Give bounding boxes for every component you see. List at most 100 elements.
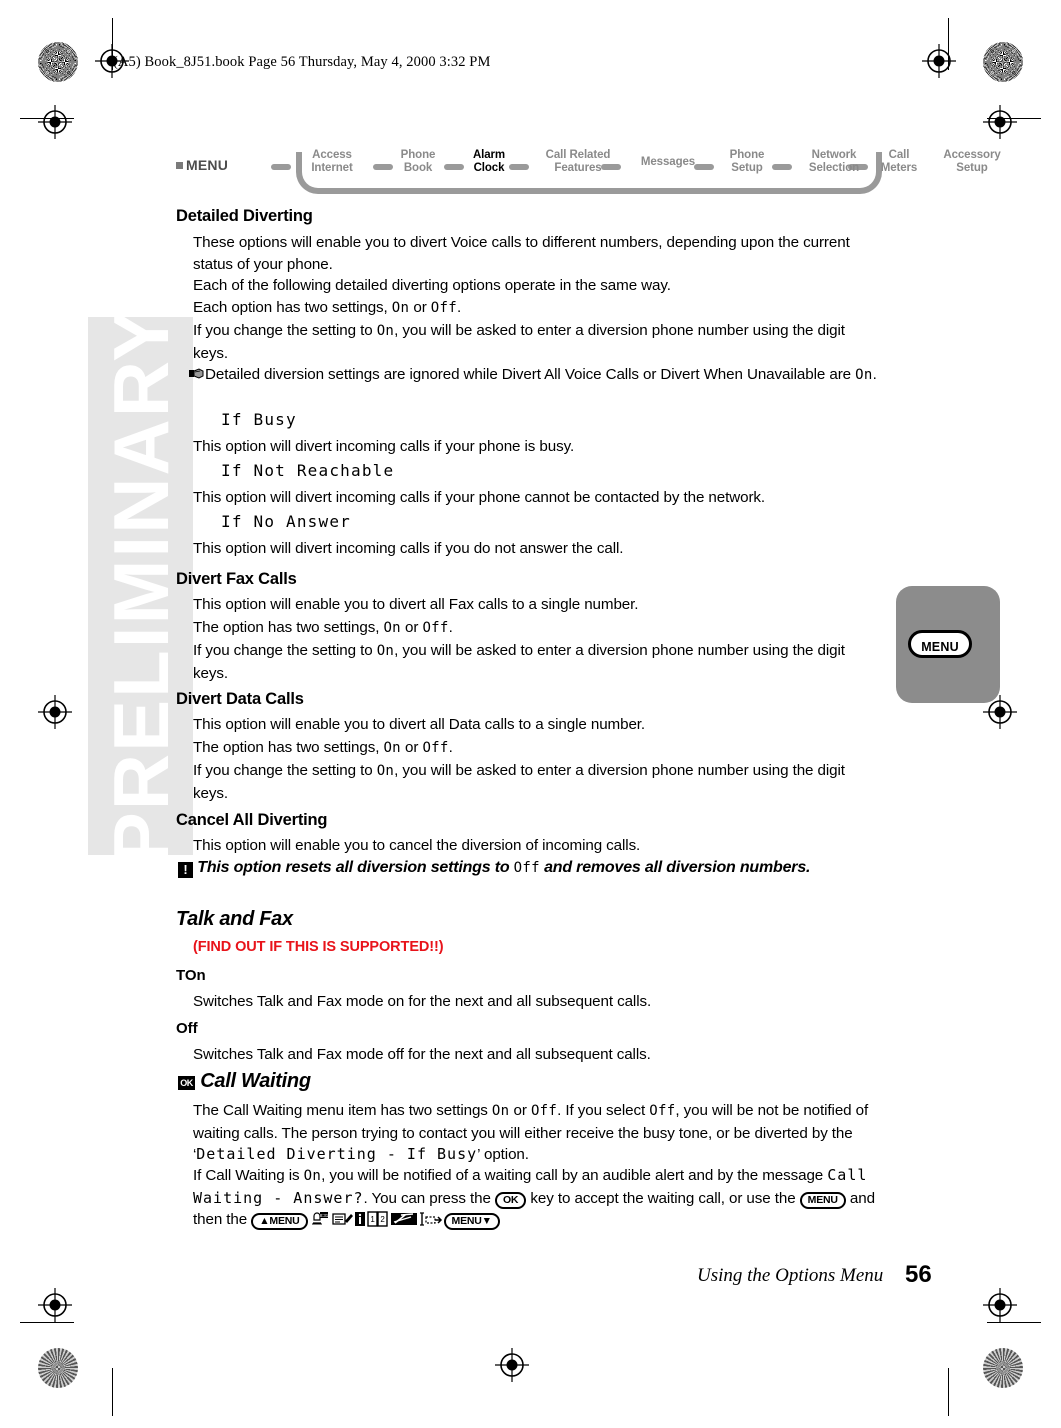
- registration-rosette-top-right: [983, 42, 1023, 82]
- breadcrumb-item-alarm-clock[interactable]: Alarm Clock: [466, 149, 512, 174]
- text-fragment: Each option has two settings,: [193, 299, 392, 316]
- registration-rosette-bottom-right: [983, 1348, 1023, 1388]
- breadcrumb-item-line1: Messages: [640, 156, 696, 168]
- breadcrumb-item-line2: Setup: [731, 161, 763, 174]
- text-fragment: or: [400, 619, 423, 636]
- info-icon: [354, 1211, 365, 1234]
- value-on: On: [383, 620, 401, 636]
- paragraph-if-busy: This option will divert incoming calls i…: [193, 438, 575, 455]
- svg-text:8:31: 8:31: [319, 1213, 328, 1218]
- trim-line-left-top-h: [20, 118, 74, 119]
- breadcrumb-item-call-related-features[interactable]: Call Related Features: [532, 149, 624, 174]
- phonebook-icon: 12: [366, 1211, 389, 1234]
- heading-divert-fax-calls: Divert Fax Calls: [176, 570, 297, 588]
- breadcrumb-item-call-meters[interactable]: Call Meters: [873, 149, 925, 174]
- value-off: Off: [649, 1103, 676, 1119]
- menu-key-icon[interactable]: MENU: [799, 1191, 846, 1209]
- breadcrumb-item-line1: Phone: [400, 149, 436, 161]
- breadcrumb-item-messages[interactable]: Messages: [626, 156, 710, 169]
- text-fragment: If you change the setting to: [193, 762, 377, 779]
- breadcrumb-item-accessory-setup[interactable]: Accessory Setup: [934, 149, 1010, 174]
- option-title-if-busy: If Busy: [221, 410, 297, 429]
- text-fragment: .: [456, 299, 462, 316]
- lightning-icon: [390, 1211, 417, 1234]
- paragraph-if-no-answer: This option will divert incoming calls i…: [193, 540, 624, 557]
- registration-target-right-upper: [983, 105, 1017, 139]
- paragraph-call-waiting-notification: If Call Waiting is On, you will be notif…: [193, 1165, 893, 1234]
- warning-exclamation-icon: !: [178, 862, 193, 878]
- breadcrumb-item-line1: Call Related: [545, 149, 611, 161]
- paragraph-detailed-diverting-intro: These options will enable you to divert …: [193, 234, 850, 273]
- breadcrumb-menu-label: MENU: [186, 157, 229, 173]
- breadcrumb-dash: [271, 164, 291, 170]
- text-fragment: If you change the setting to: [193, 322, 377, 339]
- ok-key-icon[interactable]: OK: [494, 1191, 527, 1209]
- paragraph-divert-fax-intro: This option will enable you to divert al…: [193, 596, 639, 613]
- text-fragment: If Call Waiting is: [193, 1167, 304, 1184]
- heading-divert-data-calls: Divert Data Calls: [176, 690, 304, 708]
- registration-target-top-right: [922, 44, 956, 78]
- text-fragment: or: [400, 739, 423, 756]
- menu-breadcrumb-nav: MENU Access Internet Phone Book Alarm Cl…: [176, 143, 1001, 195]
- paragraph-divert-data-two-settings: The option has two settings, On or Off.: [193, 737, 883, 760]
- paragraph-ton: Switches Talk and Fax mode on for the ne…: [193, 993, 652, 1010]
- lcd-detailed-diverting-if-busy: Detailed Diverting - If Busy: [196, 1145, 478, 1163]
- text-fragment: The option has two settings,: [193, 619, 384, 636]
- value-on: On: [855, 367, 873, 383]
- paragraph-cancel-all-intro: This option will enable you to cancel th…: [193, 837, 641, 854]
- option-title-if-not-reachable: If Not Reachable: [221, 461, 395, 480]
- breadcrumb-item-phone-setup[interactable]: Phone Setup: [721, 149, 773, 174]
- menu-up-key-icon[interactable]: ▲MENU: [251, 1213, 308, 1230]
- trim-line-bottom-left-v: [112, 1368, 113, 1416]
- breadcrumb-item-network-selection[interactable]: Network Selection: [796, 149, 872, 174]
- trim-line-right-bottom-h: [987, 1322, 1041, 1323]
- paragraph-if-not-reachable: This option will divert incoming calls i…: [193, 489, 766, 506]
- breadcrumb-dash: [444, 164, 464, 170]
- book-file-header: (A5) Book_8J51.book Page 56 Thursday, Ma…: [113, 54, 491, 70]
- breadcrumb-item-line2: Features: [554, 161, 602, 174]
- value-on: On: [376, 763, 395, 779]
- registration-target-bottom-left: [495, 1348, 529, 1382]
- paragraph-divert-data-change-setting: If you change the setting to On, you wil…: [193, 760, 883, 804]
- menu-down-key-icon[interactable]: MENU▼: [443, 1213, 500, 1230]
- preliminary-watermark-text: PRELIMINARY: [96, 317, 185, 855]
- text-fragment: .: [448, 619, 453, 636]
- footer-section-title: Using the Options Menu: [697, 1265, 884, 1286]
- breadcrumb-item-phone-book[interactable]: Phone Book: [395, 149, 441, 174]
- text-fragment: Detailed diversion settings are ignored …: [205, 366, 856, 383]
- paragraph-detailed-diverting-two-settings: Each option has two settings, On or Off.: [193, 297, 883, 320]
- value-off: Off: [422, 740, 449, 756]
- breadcrumb-item-access-internet[interactable]: Access Internet: [296, 149, 368, 174]
- manual-page: (A5) Book_8J51.book Page 56 Thursday, Ma…: [0, 0, 1061, 1428]
- text-fragment: . If you select: [557, 1102, 650, 1119]
- paragraph-off: Switches Talk and Fax mode off for the n…: [193, 1046, 651, 1063]
- registration-rosette-bottom-left: [38, 1348, 78, 1388]
- value-off: Off: [530, 1103, 558, 1119]
- text-fragment: .: [872, 366, 877, 383]
- heading-off: Off: [176, 1020, 198, 1037]
- trim-line-top-right-v: [948, 18, 949, 70]
- paragraph-call-waiting-settings: The Call Waiting menu item has two setti…: [193, 1100, 883, 1166]
- trim-line-bottom-right-v: [948, 1368, 949, 1416]
- call-divert-icon: [419, 1211, 443, 1234]
- text-fragment: ’ option.: [477, 1146, 529, 1163]
- value-on: On: [491, 1103, 510, 1119]
- side-tab-menu[interactable]: MENU: [896, 586, 1000, 703]
- value-on: On: [303, 1168, 322, 1184]
- text-fragment: and removes all diversion numbers.: [539, 859, 811, 876]
- ok-badge-icon: OK: [178, 1076, 195, 1090]
- heading-call-waiting: OK Call Waiting: [178, 1070, 311, 1093]
- breadcrumb-item-line1: Network: [811, 149, 857, 161]
- breadcrumb-item-line1: Phone: [729, 149, 765, 161]
- option-title-if-no-answer: If No Answer: [221, 512, 351, 531]
- heading-talk-and-fax: Talk and Fax: [176, 908, 293, 930]
- side-tab-menu-pill[interactable]: MENU: [908, 630, 972, 658]
- trim-line-left-bottom-h: [20, 1322, 74, 1323]
- text-fragment: The Call Waiting menu item has two setti…: [193, 1102, 492, 1119]
- text-fragment: This option resets all diversion setting…: [197, 859, 514, 876]
- text-fragment: or: [409, 299, 431, 316]
- breadcrumb-item-line2: Setup: [956, 161, 988, 174]
- editorial-note-talk-and-fax: (FIND OUT IF THIS IS SUPPORTED!!): [193, 939, 444, 955]
- note-pointing-hand-icon: [189, 366, 205, 380]
- breadcrumb-menu-root[interactable]: MENU: [176, 157, 228, 173]
